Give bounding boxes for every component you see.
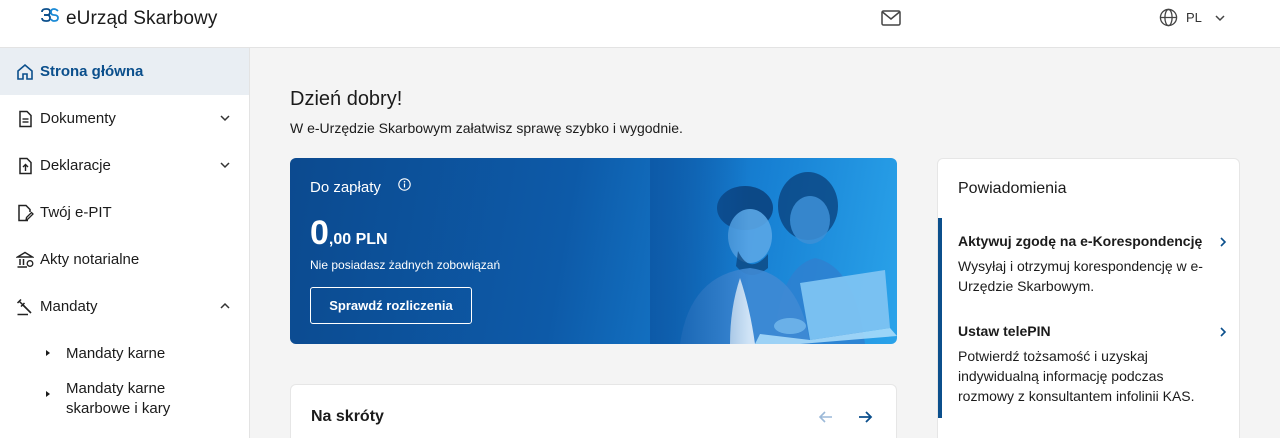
language-code: PL (1186, 10, 1202, 25)
notary-icon (16, 251, 34, 269)
chevron-up-icon (220, 302, 230, 309)
chevron-right-icon (1220, 237, 1227, 247)
sidebar-subitem-label: Mandaty karne (66, 345, 166, 362)
shortcuts-title: Na skróty (311, 408, 384, 425)
page-subtitle: W e-Urzędzie Skarbowym załatwisz sprawę … (290, 120, 683, 136)
sidebar-item-notarial-deeds[interactable]: Akty notarialne (0, 236, 249, 283)
notification-body: Wysyłaj i otrzymuj korespondencję w e-Ur… (958, 258, 1203, 294)
chevron-down-icon (220, 115, 230, 122)
sidebar-item-declarations[interactable]: Deklaracje (0, 142, 249, 189)
payment-amount-rest: ,00 PLN (328, 231, 388, 248)
sidebar: Strona główna Dokumenty Deklaracje Twój … (0, 48, 250, 438)
sidebar-item-label: Dokumenty (40, 110, 116, 127)
arrow-right-icon[interactable] (857, 409, 873, 425)
sidebar-item-home[interactable]: Strona główna (0, 48, 249, 95)
sidebar-subitem-label: Mandaty karne skarbowe i kary (66, 380, 171, 417)
notification-item-ekorespondencja[interactable]: Aktywuj zgodę na e-Korespondencję Wysyła… (958, 232, 1228, 296)
couple-illustration (650, 158, 897, 344)
logo[interactable]: eUrząd Skarbowy (38, 7, 217, 31)
arrow-left-icon[interactable] (818, 409, 834, 425)
info-icon[interactable] (398, 178, 411, 191)
top-bar: eUrząd Skarbowy PL (0, 0, 1280, 48)
document-icon (16, 110, 34, 128)
language-switcher[interactable]: PL (1159, 8, 1226, 27)
sidebar-item-label: Akty notarialne (40, 251, 140, 268)
check-settlements-button[interactable]: Sprawdź rozliczenia (310, 287, 472, 324)
mail-icon[interactable] (881, 10, 901, 26)
sidebar-subitem-criminal-mandates[interactable]: Mandaty karne (0, 344, 249, 364)
notification-title: Aktywuj zgodę na e-Korespondencję (958, 233, 1203, 249)
chevron-down-icon (220, 162, 230, 169)
sidebar-item-label: Strona główna (40, 63, 144, 80)
sidebar-item-documents[interactable]: Dokumenty (0, 95, 249, 142)
page-title: Dzień dobry! (290, 88, 403, 110)
logo-icon (41, 8, 59, 22)
bullet-icon (46, 391, 50, 397)
declaration-upload-icon (16, 157, 34, 175)
notifications-accent-bar (938, 218, 942, 418)
bullet-icon (46, 350, 50, 356)
globe-icon (1159, 8, 1178, 27)
sidebar-item-mandates[interactable]: Mandaty (0, 283, 249, 330)
chevron-right-icon (1220, 327, 1227, 337)
mandate-icon (16, 298, 34, 316)
sidebar-item-label: Deklaracje (40, 157, 111, 174)
payment-note: Nie posiadasz żadnych zobowiązań (310, 258, 501, 272)
notification-title: Ustaw telePIN (958, 323, 1051, 339)
notification-body: Potwierdź tożsamość i uzyskaj indywidual… (958, 348, 1195, 404)
shortcuts-card: Na skróty (290, 384, 897, 438)
sidebar-item-epit[interactable]: Twój e-PIT (0, 189, 249, 236)
payment-card: Do zapłaty 0,00 PLN Nie posiadasz żadnyc… (290, 158, 897, 344)
chevron-down-icon (1215, 14, 1225, 21)
notification-item-telepin[interactable]: Ustaw telePIN Potwierdź tożsamość i uzys… (958, 322, 1228, 406)
notifications-title: Powiadomienia (958, 180, 1067, 197)
payment-title: Do zapłaty (310, 179, 381, 196)
sidebar-item-label: Twój e-PIT (40, 204, 112, 221)
logo-text: eUrząd Skarbowy (66, 8, 218, 29)
epit-icon (16, 204, 34, 222)
sidebar-item-label: Mandaty (40, 298, 98, 315)
payment-amount-int: 0 (310, 214, 329, 252)
payment-amount: 0,00 PLN (310, 214, 388, 253)
sidebar-subitem-fiscal-mandates[interactable]: Mandaty karne skarbowe i kary (0, 379, 249, 419)
home-icon (16, 63, 34, 81)
notifications-panel: Powiadomienia Aktywuj zgodę na e-Korespo… (937, 158, 1240, 438)
